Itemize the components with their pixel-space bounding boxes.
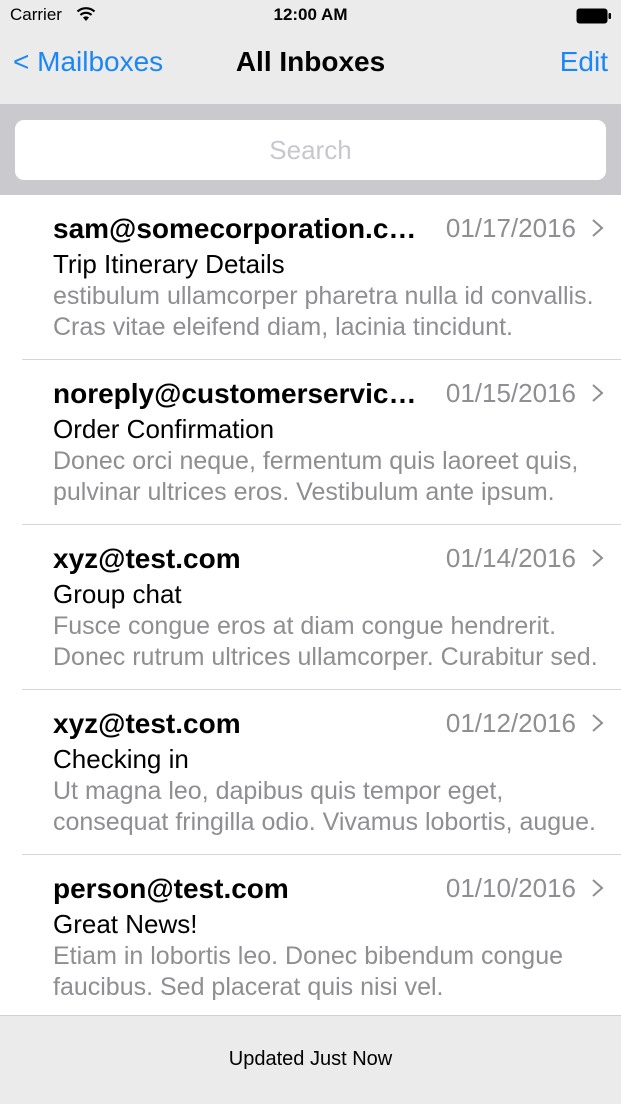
message-date: 01/10/2016 <box>445 873 576 903</box>
chevron-right-icon <box>592 384 604 402</box>
message-date: 01/17/2016 <box>445 213 576 243</box>
message-row[interactable]: xyz@test.com 01/14/2016 Group chat Fusce co… <box>0 525 621 690</box>
navigation-bar: < Mailboxes All Inboxes Edit <box>0 32 621 104</box>
message-preview: Ut magna leo, dapibus quis tempor eget, … <box>53 777 596 836</box>
message-sender: sam@somecorporation.com <box>53 213 428 244</box>
edit-button[interactable]: Edit <box>560 46 608 78</box>
message-row[interactable]: sam@somecorporation.com 01/17/2016 Trip It… <box>0 195 621 360</box>
update-status: Updated Just Now <box>228 1048 393 1070</box>
message-sender: person@test.com <box>53 873 289 904</box>
message-subject: Group chat <box>53 579 182 609</box>
message-date: 01/14/2016 <box>445 543 576 573</box>
search-bar <box>0 104 621 195</box>
chevron-right-icon <box>592 714 604 732</box>
message-preview: Donec orci neque, fermentum quis laoreet… <box>53 447 579 506</box>
page-title: All Inboxes <box>235 46 386 77</box>
status-bar: Carrier 12:00 AM <box>0 0 621 32</box>
status-time: 12:00 AM <box>273 5 348 24</box>
message-row[interactable]: xyz@test.com 01/12/2016 Checking in Ut magn… <box>0 690 621 855</box>
message-preview: estibulum ullamcorper pharetra nulla id … <box>53 282 594 341</box>
message-sender: xyz@test.com <box>53 543 241 574</box>
message-date: 01/15/2016 <box>445 378 576 408</box>
message-subject: Great News! <box>53 909 198 939</box>
chevron-right-icon <box>592 219 604 237</box>
message-sender: xyz@test.com <box>53 708 241 739</box>
message-date: 01/12/2016 <box>445 708 576 738</box>
message-subject: Trip Itinerary Details <box>53 249 285 279</box>
bottom-toolbar: Updated Just Now <box>0 1015 621 1104</box>
message-preview: Etiam in lobortis leo. Donec bibendum co… <box>53 942 564 1001</box>
chevron-right-icon <box>592 879 604 897</box>
message-row[interactable]: noreply@customerservice.com 01/15/2016 Ord… <box>0 360 621 525</box>
message-row[interactable]: person@test.com 01/10/2016 Great News! Etia… <box>0 855 621 1015</box>
message-list: sam@somecorporation.com 01/17/2016 Trip It… <box>0 195 621 1015</box>
battery-icon <box>576 8 611 24</box>
message-subject: Order Confirmation <box>53 414 275 444</box>
search-input[interactable] <box>15 120 606 180</box>
chevron-right-icon <box>592 549 604 567</box>
message-sender: noreply@customerservice.com <box>53 378 428 409</box>
message-preview: Fusce congue eros at diam congue hendrer… <box>53 612 598 671</box>
message-subject: Checking in <box>53 744 189 774</box>
